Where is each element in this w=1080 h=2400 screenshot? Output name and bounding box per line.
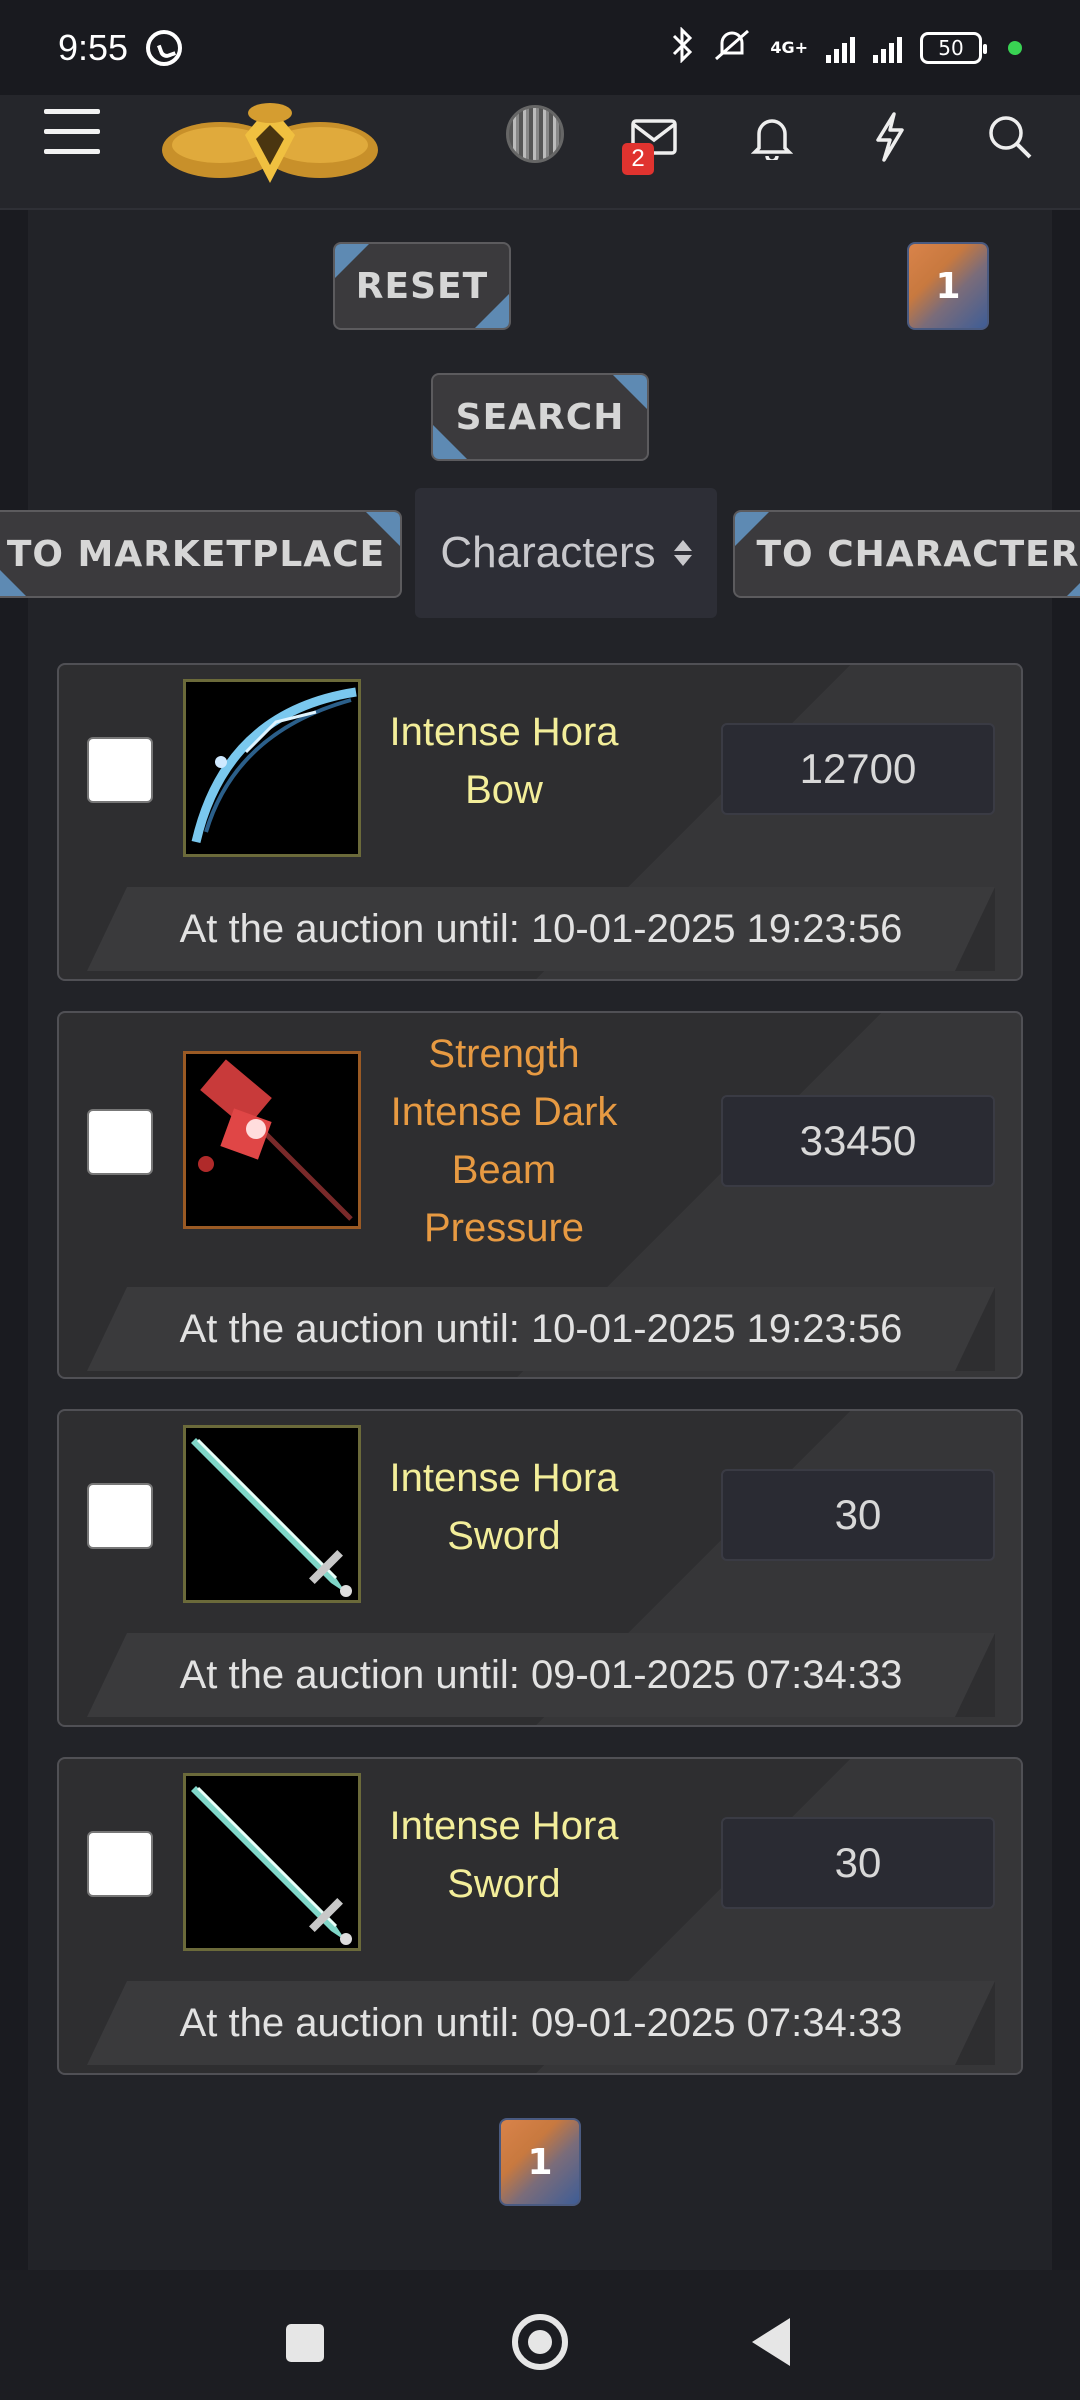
mail-badge: 2: [622, 143, 654, 175]
item-name[interactable]: Intense Hora Sword: [389, 1797, 619, 1913]
signal-icon: [826, 33, 855, 63]
top-navbar: 2: [0, 95, 1080, 210]
item-name[interactable]: Intense Hora Sword: [389, 1449, 619, 1565]
system-nav-bar: [0, 2270, 1080, 2400]
battery-icon: 50: [920, 31, 987, 64]
sort-arrows-icon: [673, 540, 692, 566]
menu-icon[interactable]: [44, 109, 100, 157]
listing-card: Strength Intense Dark Beam Pressure 33450 A…: [57, 1011, 1023, 1379]
listing-card: Intense Hora Sword 30 At the auction unti…: [57, 1757, 1023, 2075]
battery-level: 50: [938, 35, 964, 60]
listing-card: Intense Hora Sword 30 At the auction unti…: [57, 1409, 1023, 1727]
price-field[interactable]: 33450: [721, 1095, 995, 1187]
character-select[interactable]: Characters: [415, 488, 717, 618]
bow-icon: [183, 679, 361, 857]
status-icons: 4G+ 50: [672, 25, 1022, 69]
auction-until: At the auction until: 09-01-2025 07:34:3…: [87, 1981, 995, 2065]
character-select-value: Characters: [440, 528, 656, 577]
back-icon[interactable]: [752, 2318, 790, 2366]
item-name[interactable]: Intense Hora Bow: [389, 703, 619, 819]
bell-icon[interactable]: [744, 109, 800, 165]
to-character-button[interactable]: TO CHARACTER: [733, 510, 1080, 598]
sword-icon: [183, 1773, 361, 1951]
reset-button[interactable]: RESET: [333, 242, 511, 330]
price-field[interactable]: 30: [721, 1817, 995, 1909]
price-field[interactable]: 30: [721, 1469, 995, 1561]
search-button[interactable]: SEARCH: [431, 373, 649, 461]
listing-card: Intense Hora Bow 12700 At the auction unt…: [57, 663, 1023, 981]
whatsapp-icon: [146, 29, 183, 66]
recents-icon[interactable]: [286, 2324, 324, 2362]
muted-bell-icon: [712, 27, 752, 69]
listing-checkbox[interactable]: [87, 1831, 153, 1897]
avatar[interactable]: [506, 105, 564, 163]
listing-checkbox[interactable]: [87, 1109, 153, 1175]
privacy-dot: [1008, 40, 1022, 55]
staff-icon: [183, 1051, 361, 1229]
sword-icon: [183, 1425, 361, 1603]
to-marketplace-button[interactable]: TO MARKETPLACE: [0, 510, 402, 598]
status-bar: 9:55 4G+ 50: [0, 0, 1080, 95]
page-indicator-top[interactable]: 1: [907, 242, 989, 330]
listing-checkbox[interactable]: [87, 737, 153, 803]
home-icon[interactable]: [512, 2314, 568, 2370]
page-indicator-bottom[interactable]: 1: [499, 2118, 581, 2206]
auction-until: At the auction until: 10-01-2025 19:23:5…: [87, 1287, 995, 1371]
network-type: 4G+: [770, 37, 808, 57]
listing-checkbox[interactable]: [87, 1483, 153, 1549]
item-name[interactable]: Strength Intense Dark Beam Pressure: [389, 1025, 619, 1257]
site-logo[interactable]: [160, 95, 380, 185]
search-icon[interactable]: [982, 109, 1038, 165]
auction-until: At the auction until: 09-01-2025 07:34:3…: [87, 1633, 995, 1717]
status-time: 9:55: [58, 26, 129, 68]
bluetooth-icon: [672, 25, 694, 69]
lightning-icon[interactable]: [862, 109, 918, 165]
price-field[interactable]: 12700: [721, 723, 995, 815]
auction-until: At the auction until: 10-01-2025 19:23:5…: [87, 887, 995, 971]
signal-icon-2: [873, 33, 902, 63]
